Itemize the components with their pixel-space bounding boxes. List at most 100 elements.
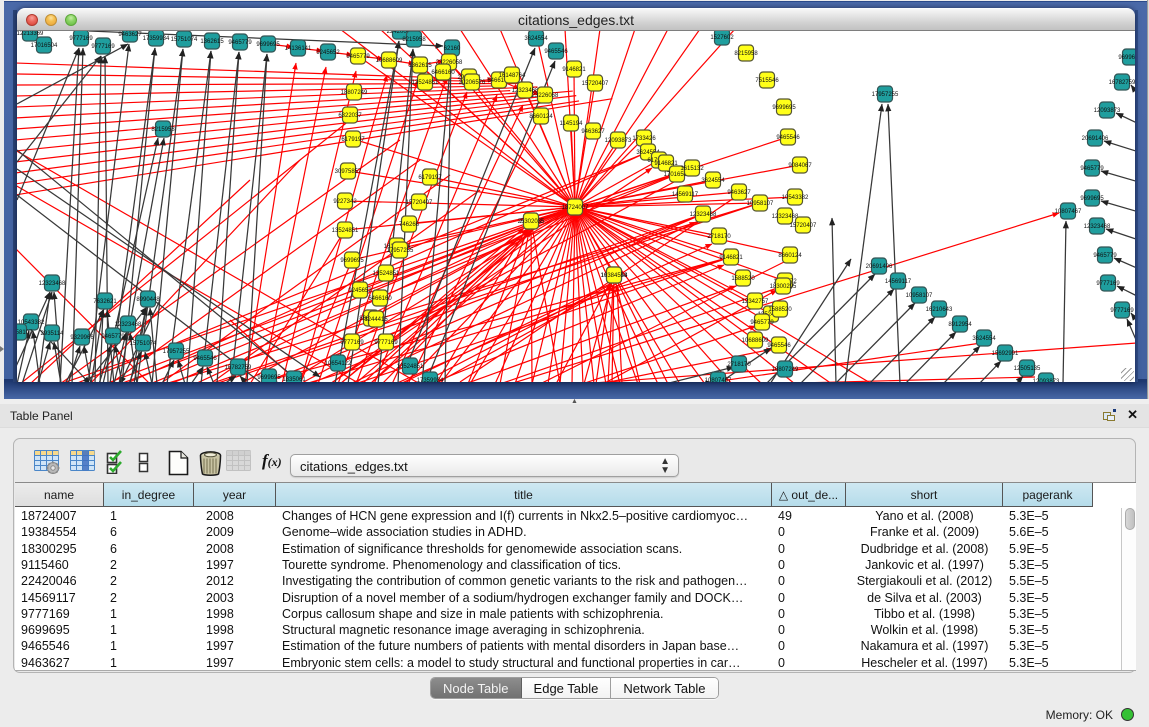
svg-text:20691406: 20691406 (1082, 136, 1109, 142)
svg-text:10688609: 10688609 (742, 338, 769, 344)
svg-text:9465779: 9465779 (228, 40, 252, 46)
svg-text:7515546: 7515546 (755, 78, 779, 84)
svg-text:9699695: 9699695 (256, 42, 280, 48)
svg-text:10807467: 10807467 (1055, 209, 1082, 215)
svg-text:17957255: 17957255 (872, 92, 899, 98)
svg-text:3624554: 3624554 (701, 178, 725, 184)
svg-text:20691406: 20691406 (866, 264, 893, 270)
svg-text:9465546: 9465546 (776, 135, 800, 141)
svg-text:15720407: 15720407 (790, 223, 817, 229)
svg-text:12323468: 12323468 (1084, 224, 1111, 230)
svg-text:9465546: 9465546 (544, 49, 568, 55)
svg-text:15751074: 15751074 (171, 37, 198, 43)
svg-text:10958107: 10958107 (17, 330, 33, 336)
svg-text:17359934: 17359934 (143, 36, 170, 42)
svg-text:13524851: 13524851 (412, 80, 439, 86)
svg-text:15720407: 15720407 (406, 200, 433, 206)
svg-text:18724007: 18724007 (562, 205, 589, 211)
svg-text:12213369: 12213369 (17, 31, 44, 37)
svg-text:8215958: 8215958 (734, 51, 758, 57)
svg-text:12323468: 12323468 (690, 212, 717, 218)
svg-text:8215958: 8215958 (151, 127, 175, 133)
svg-text:9465779: 9465779 (346, 54, 370, 60)
svg-text:1588520: 1588520 (731, 276, 755, 282)
svg-text:12093873: 12093873 (605, 138, 632, 144)
svg-text:9465779: 9465779 (1080, 166, 1104, 172)
svg-text:8215958: 8215958 (402, 37, 426, 43)
svg-text:8660124: 8660124 (529, 114, 553, 120)
svg-text:9699695: 9699695 (772, 105, 796, 111)
svg-text:9465779: 9465779 (101, 334, 125, 340)
svg-text:9463627: 9463627 (118, 32, 142, 38)
svg-text:15751074: 15751074 (130, 341, 157, 347)
svg-text:16782759: 16782759 (225, 365, 252, 371)
svg-text:9463627: 9463627 (727, 190, 751, 196)
svg-text:15720407: 15720407 (582, 81, 609, 87)
svg-text:9699695: 9699695 (257, 375, 281, 381)
svg-text:1733426: 1733426 (632, 136, 656, 142)
svg-text:6179197: 6179197 (341, 137, 365, 143)
svg-text:1362615: 1362615 (408, 63, 432, 69)
svg-text:9465779: 9465779 (1093, 253, 1117, 259)
svg-text:10654122: 10654122 (325, 361, 352, 367)
svg-text:9245652: 9245652 (348, 288, 372, 294)
svg-text:1835061: 1835061 (282, 377, 306, 382)
svg-text:17359934: 17359934 (417, 378, 444, 382)
svg-text:25302035: 25302035 (518, 219, 545, 225)
svg-text:14136141: 14136141 (285, 46, 312, 52)
svg-text:7632621: 7632621 (93, 299, 117, 305)
svg-text:1362615: 1362615 (200, 39, 224, 45)
svg-text:9699695: 9699695 (1118, 55, 1135, 61)
svg-text:8660124: 8660124 (778, 253, 802, 259)
svg-text:2718170: 2718170 (727, 362, 751, 368)
svg-text:9699695: 9699695 (1080, 196, 1104, 202)
svg-text:20206576: 20206576 (459, 80, 486, 86)
svg-text:8990448: 8990448 (136, 297, 160, 303)
svg-text:12505135: 12505135 (1014, 366, 1041, 372)
svg-text:10958107: 10958107 (747, 201, 774, 207)
svg-text:16210643: 16210643 (926, 307, 953, 313)
svg-text:12323468: 12323468 (115, 322, 142, 328)
svg-text:12093873: 12093873 (1094, 108, 1121, 114)
svg-text:9465779: 9465779 (750, 320, 774, 326)
svg-text:16148764: 16148764 (499, 73, 526, 79)
svg-text:9245652: 9245652 (316, 50, 340, 56)
svg-text:9227342: 9227342 (333, 199, 357, 205)
svg-text:9465546: 9465546 (767, 343, 791, 349)
svg-text:14569117: 14569117 (885, 279, 912, 285)
svg-text:14569117: 14569117 (672, 192, 699, 198)
svg-text:15692991: 15692991 (992, 351, 1019, 357)
svg-text:13524851: 13524851 (397, 364, 424, 370)
svg-text:8912954: 8912954 (948, 322, 972, 328)
svg-text:12323468: 12323468 (39, 281, 66, 287)
svg-text:9146821: 9146821 (562, 67, 586, 73)
svg-text:1588520: 1588520 (768, 307, 792, 313)
svg-text:13524851: 13524851 (373, 271, 400, 277)
svg-text:17957255: 17957255 (387, 248, 414, 254)
svg-text:9146821: 9146821 (719, 255, 743, 261)
svg-text:6466160: 6466160 (368, 296, 392, 302)
svg-text:9777169: 9777169 (340, 340, 364, 346)
svg-text:746266: 746266 (399, 222, 420, 228)
svg-text:1145194: 1145194 (560, 121, 584, 127)
svg-text:17016504: 17016504 (31, 43, 58, 49)
svg-text:9777169: 9777169 (69, 36, 93, 42)
svg-text:1615132: 1615132 (680, 166, 704, 172)
svg-text:16782759: 16782759 (1109, 80, 1135, 86)
svg-text:23226058: 23226058 (532, 93, 559, 99)
svg-text:12323468: 12323468 (772, 214, 799, 220)
svg-text:3624554: 3624554 (972, 336, 996, 342)
svg-text:2935114: 2935114 (41, 331, 65, 337)
svg-text:1527602: 1527602 (710, 35, 734, 41)
svg-text:10958107: 10958107 (906, 293, 933, 299)
svg-text:9777169: 9777169 (1110, 308, 1134, 314)
svg-text:30975857: 30975857 (335, 169, 362, 175)
svg-text:13524851: 13524851 (332, 228, 359, 234)
svg-text:12093873: 12093873 (1033, 379, 1060, 382)
svg-text:18300295: 18300295 (770, 284, 797, 290)
svg-text:9777169: 9777169 (374, 340, 398, 346)
svg-text:10807467: 10807467 (705, 378, 732, 382)
svg-text:17957255: 17957255 (163, 349, 190, 355)
svg-text:9777169: 9777169 (1096, 281, 1120, 287)
svg-text:9465546: 9465546 (193, 356, 217, 362)
